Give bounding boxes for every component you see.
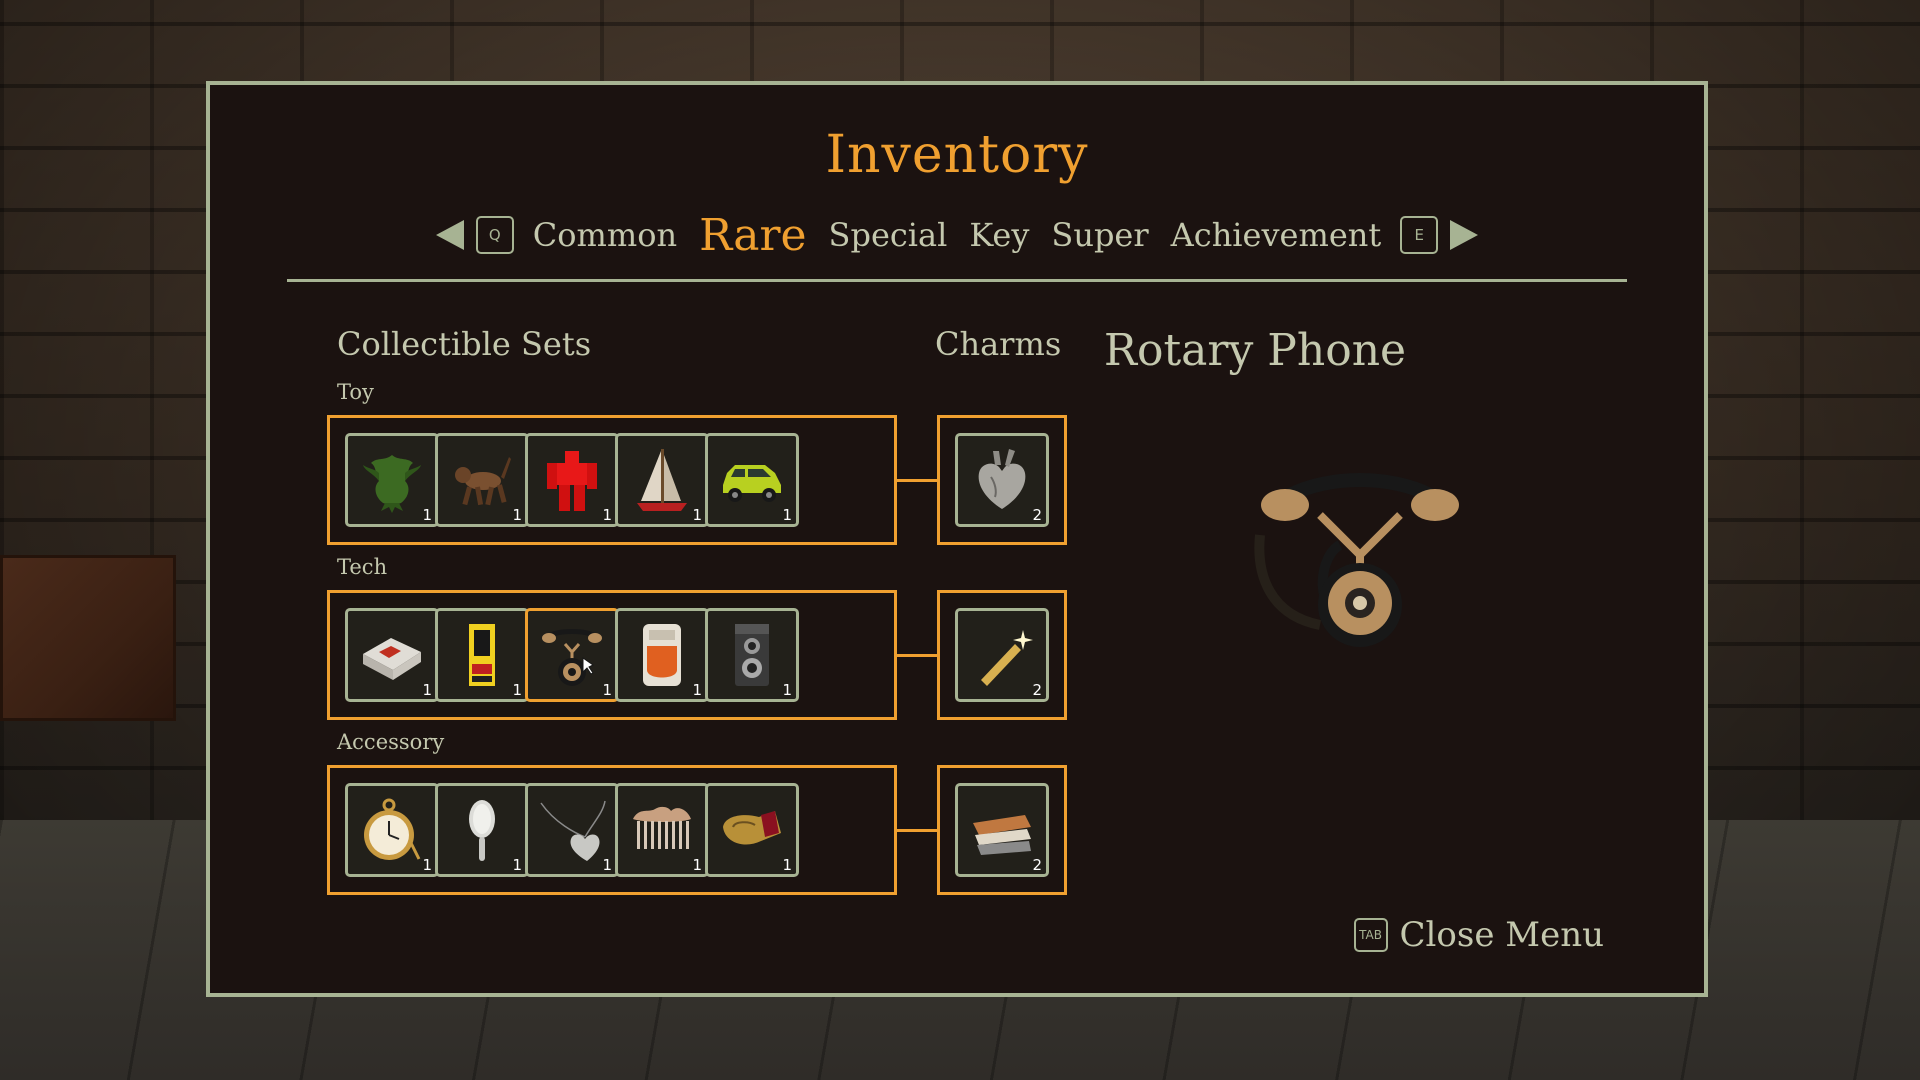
sailboat-icon bbox=[637, 449, 687, 511]
rotary-phone-icon bbox=[542, 629, 602, 686]
page-title: Inventory bbox=[825, 125, 1089, 185]
tab-super[interactable]: Super bbox=[1051, 216, 1148, 254]
item-count: 1 bbox=[782, 856, 792, 874]
hair-comb-icon bbox=[633, 806, 691, 849]
inventory-slot[interactable]: 1 bbox=[615, 608, 709, 702]
item-count: 1 bbox=[422, 856, 432, 874]
close-menu-button[interactable]: TAB Close Menu bbox=[1353, 915, 1604, 955]
set-charm-connector bbox=[897, 479, 937, 482]
hand-mirror-icon bbox=[469, 800, 495, 861]
item-count: 2 bbox=[1032, 506, 1042, 524]
next-tab-key: E bbox=[1400, 216, 1439, 254]
inventory-slot[interactable]: 1 bbox=[615, 433, 709, 527]
close-menu-label: Close Menu bbox=[1399, 915, 1604, 955]
item-count: 1 bbox=[422, 506, 432, 524]
red-robot-icon bbox=[547, 451, 597, 511]
item-count: 1 bbox=[692, 506, 702, 524]
set-charm-connector bbox=[897, 829, 937, 832]
toy-car-icon bbox=[723, 465, 781, 502]
inventory-slot[interactable]: 1 bbox=[705, 433, 799, 527]
collectible-sets-heading: Collectible Sets bbox=[337, 325, 592, 363]
ruby-ring-icon bbox=[723, 811, 781, 845]
set-frame-tech: 1 1 1 1 1 bbox=[327, 590, 897, 720]
item-count: 2 bbox=[1032, 681, 1042, 699]
toy-dog-icon bbox=[455, 457, 511, 506]
background-crate bbox=[0, 555, 176, 721]
inventory-panel: Inventory Q Common Rare Special Key Supe… bbox=[206, 81, 1708, 997]
tab-rare[interactable]: Rare bbox=[699, 210, 806, 261]
cassette-player-icon bbox=[363, 638, 421, 680]
inventory-slot[interactable]: 1 bbox=[435, 608, 529, 702]
set-frame-toy: 1 1 1 1 1 bbox=[327, 415, 897, 545]
rotary-phone-icon bbox=[1254, 473, 1459, 647]
set-label-accessory: Accessory bbox=[337, 730, 445, 754]
charm-frame-accessory: 2 bbox=[937, 765, 1067, 895]
inventory-slot[interactable]: 1 bbox=[435, 783, 529, 877]
sparkler-icon bbox=[981, 630, 1033, 686]
inventory-slot[interactable]: 1 bbox=[525, 433, 619, 527]
charm-frame-toy: 2 bbox=[937, 415, 1067, 545]
inventory-slot[interactable]: 1 bbox=[705, 608, 799, 702]
next-tab-arrow-icon[interactable] bbox=[1450, 220, 1479, 250]
arcade-machine-icon bbox=[469, 624, 495, 686]
inventory-slot[interactable]: 1 bbox=[345, 783, 439, 877]
prev-tab-arrow-icon[interactable] bbox=[435, 220, 464, 250]
inventory-slot-selected[interactable]: 1 bbox=[525, 608, 619, 702]
inventory-slot[interactable]: 1 bbox=[615, 783, 709, 877]
header-divider bbox=[287, 279, 1627, 282]
item-count: 1 bbox=[692, 856, 702, 874]
inventory-slot[interactable]: 1 bbox=[345, 433, 439, 527]
category-tabs: Q Common Rare Special Key Super Achievem… bbox=[210, 205, 1704, 265]
tab-common[interactable]: Common bbox=[533, 216, 677, 254]
stacked-planks-icon bbox=[973, 815, 1031, 855]
set-charm-connector bbox=[897, 654, 937, 657]
set-label-toy: Toy bbox=[337, 380, 374, 404]
item-count: 1 bbox=[512, 856, 522, 874]
item-count: 1 bbox=[602, 681, 612, 699]
inventory-slot[interactable]: 1 bbox=[705, 783, 799, 877]
charm-slot[interactable]: 2 bbox=[955, 608, 1049, 702]
set-frame-accessory: 1 1 1 1 1 bbox=[327, 765, 897, 895]
tab-key[interactable]: Key bbox=[969, 216, 1029, 254]
item-count: 1 bbox=[602, 856, 612, 874]
charm-slot[interactable]: 2 bbox=[955, 433, 1049, 527]
item-count: 1 bbox=[512, 506, 522, 524]
item-count: 1 bbox=[692, 681, 702, 699]
set-label-tech: Tech bbox=[337, 555, 388, 579]
charm-frame-tech: 2 bbox=[937, 590, 1067, 720]
charm-slot[interactable]: 2 bbox=[955, 783, 1049, 877]
heart-organ-icon bbox=[978, 449, 1026, 509]
item-count: 1 bbox=[512, 681, 522, 699]
camera-icon bbox=[735, 624, 769, 686]
item-count: 1 bbox=[782, 506, 792, 524]
tab-achievement[interactable]: Achievement bbox=[1171, 216, 1382, 254]
item-count: 2 bbox=[1032, 856, 1042, 874]
item-count: 1 bbox=[422, 681, 432, 699]
tab-key: TAB bbox=[1353, 918, 1388, 952]
heart-locket-icon bbox=[540, 800, 606, 861]
tab-special[interactable]: Special bbox=[829, 216, 948, 254]
prev-tab-key: Q bbox=[475, 216, 514, 254]
radio-icon bbox=[643, 624, 681, 686]
dragon-icon bbox=[363, 455, 421, 513]
selected-item-name: Rotary Phone bbox=[1103, 325, 1407, 376]
item-count: 1 bbox=[602, 506, 612, 524]
item-count: 1 bbox=[782, 681, 792, 699]
inventory-slot[interactable]: 1 bbox=[525, 783, 619, 877]
inventory-slot[interactable]: 1 bbox=[435, 433, 529, 527]
pocket-watch-icon bbox=[364, 798, 421, 860]
inventory-slot[interactable]: 1 bbox=[345, 608, 439, 702]
